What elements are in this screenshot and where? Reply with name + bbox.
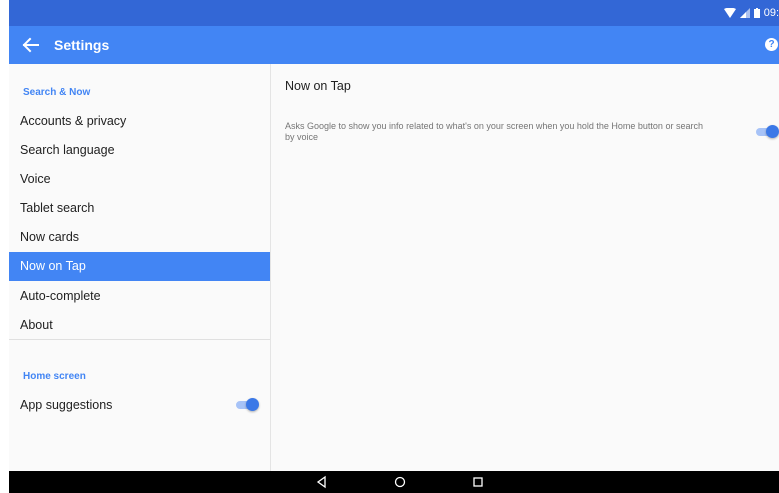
cell-signal-icon xyxy=(739,8,750,18)
now-on-tap-toggle[interactable] xyxy=(756,124,779,140)
status-icons: 09: xyxy=(723,5,779,21)
help-circle-icon[interactable]: ? xyxy=(765,38,778,51)
app-suggestions-toggle[interactable] xyxy=(236,397,259,413)
sidebar-item-label: App suggestions xyxy=(20,398,113,412)
status-time: 09: xyxy=(763,7,779,19)
sidebar-item-label: Accounts & privacy xyxy=(20,114,127,128)
detail-title: Now on Tap xyxy=(285,79,351,93)
settings-category-list: Search & Now Accounts & privacy Search l… xyxy=(9,64,271,471)
sidebar-item-accounts-privacy[interactable]: Accounts & privacy xyxy=(9,107,270,136)
arrow-left-icon[interactable] xyxy=(21,36,41,54)
sidebar-item-now-cards[interactable]: Now cards xyxy=(9,223,270,252)
system-nav-bar xyxy=(9,471,779,493)
square-recents-icon[interactable] xyxy=(471,475,485,489)
sidebar-item-now-on-tap[interactable]: Now on Tap xyxy=(9,252,270,281)
section-header-home-screen: Home screen xyxy=(23,371,86,382)
sidebar-item-label: Now on Tap xyxy=(20,259,86,273)
toggle-thumb xyxy=(766,125,779,138)
section-divider xyxy=(9,339,270,340)
sidebar-item-app-suggestions[interactable]: App suggestions xyxy=(9,391,270,420)
circle-home-icon[interactable] xyxy=(393,475,407,489)
sidebar-item-label: About xyxy=(20,318,53,332)
section-header-search-now: Search & Now xyxy=(23,87,91,98)
sidebar-item-label: Search language xyxy=(20,143,115,157)
sidebar-item-label: Voice xyxy=(20,172,51,186)
sidebar-item-label: Auto-complete xyxy=(20,289,101,303)
wifi-icon xyxy=(723,8,736,18)
sidebar-item-about[interactable]: About xyxy=(9,311,270,340)
detail-pane: Now on Tap Asks Google to show you info … xyxy=(271,64,779,471)
tablet-screen: 09: Settings ? Search & Now Accounts & p… xyxy=(9,0,779,493)
sidebar-item-tablet-search[interactable]: Tablet search xyxy=(9,194,270,223)
sidebar-item-label: Now cards xyxy=(20,230,80,244)
app-bar: Settings ? xyxy=(9,26,779,64)
app-title: Settings xyxy=(54,37,110,53)
detail-description: Asks Google to show you info related to … xyxy=(285,121,703,142)
triangle-back-icon[interactable] xyxy=(315,475,329,489)
sidebar-item-voice[interactable]: Voice xyxy=(9,165,270,194)
sidebar-item-search-language[interactable]: Search language xyxy=(9,136,270,165)
sidebar-item-auto-complete[interactable]: Auto-complete xyxy=(9,282,270,311)
sidebar-item-label: Tablet search xyxy=(20,201,95,215)
battery-icon xyxy=(753,8,760,18)
status-bar: 09: xyxy=(9,0,779,26)
toggle-thumb xyxy=(246,398,259,411)
